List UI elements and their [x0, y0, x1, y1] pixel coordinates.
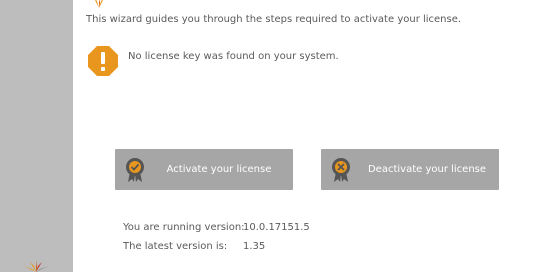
running-version-value: 10.0.17151.5 — [243, 222, 310, 233]
latest-version-value: 1.35 — [243, 241, 266, 252]
no-license-message: No license key was found on your system. — [128, 51, 339, 62]
running-version-label: You are running version: — [123, 222, 245, 233]
deactivate-license-button[interactable]: Deactivate your license — [321, 149, 499, 190]
intro-text: This wizard guides you through the steps… — [86, 14, 462, 25]
warning-octagon-icon — [88, 46, 118, 76]
brand-logo-icon — [24, 260, 48, 272]
main-content: This wizard guides you through the steps… — [73, 0, 540, 272]
license-check-badge-icon — [126, 158, 144, 182]
activate-license-button[interactable]: Activate your license — [115, 149, 293, 190]
sidebar — [0, 0, 73, 272]
latest-version-label: The latest version is: — [123, 241, 228, 252]
license-remove-badge-icon — [332, 158, 350, 182]
